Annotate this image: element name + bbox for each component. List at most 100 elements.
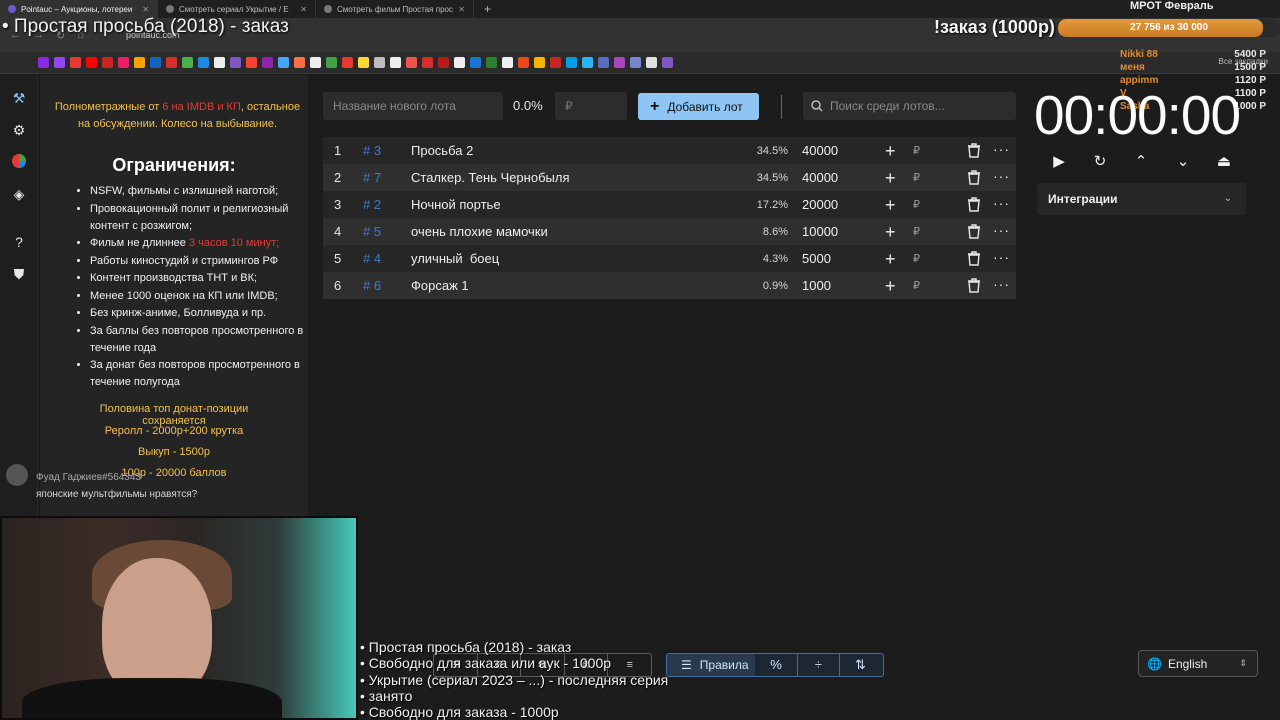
wheel-chart-icon[interactable] bbox=[10, 153, 28, 171]
trash-icon[interactable] bbox=[967, 251, 981, 266]
lot-row[interactable]: 5 # 4 уличный боец 4.3% 5000 + ₽ ··· bbox=[323, 245, 1016, 272]
bookmark-icon[interactable] bbox=[86, 57, 97, 68]
lot-search[interactable] bbox=[803, 92, 1016, 120]
bookmark-icon[interactable] bbox=[518, 57, 529, 68]
bookmark-icon[interactable] bbox=[662, 57, 673, 68]
more-options-icon[interactable]: ··· bbox=[993, 142, 1010, 156]
trash-icon[interactable] bbox=[967, 197, 981, 212]
bookmark-icon[interactable] bbox=[262, 57, 273, 68]
bookmark-icon[interactable] bbox=[102, 57, 113, 68]
bookmark-icon[interactable] bbox=[486, 57, 497, 68]
new-lot-amount-input[interactable] bbox=[555, 92, 627, 120]
play-icon[interactable]: ▶ bbox=[1047, 150, 1071, 174]
chevron-up-icon[interactable]: ⌃ bbox=[1129, 150, 1153, 174]
lot-name[interactable]: Ночной портье bbox=[411, 197, 501, 212]
percent-icon[interactable]: % bbox=[755, 654, 797, 676]
browser-tab-prostaya[interactable]: Смотреть фильм Простая прос ✕ bbox=[316, 0, 474, 18]
integrations-accordion[interactable]: Интеграции ⌄ bbox=[1037, 183, 1246, 215]
bookmark-icon[interactable] bbox=[166, 57, 177, 68]
more-options-icon[interactable]: ··· bbox=[993, 277, 1010, 291]
split-icon[interactable]: ÷ bbox=[797, 654, 839, 676]
bookmark-icon[interactable] bbox=[150, 57, 161, 68]
bookmark-icon[interactable] bbox=[54, 57, 65, 68]
add-amount-icon[interactable]: + bbox=[885, 223, 896, 241]
bookmark-icon[interactable] bbox=[342, 57, 353, 68]
settings-gear-icon[interactable]: ⚙ bbox=[10, 121, 28, 139]
rules-button[interactable]: ☰ Правила bbox=[667, 654, 755, 676]
close-tab-icon[interactable]: ✕ bbox=[142, 5, 149, 14]
bookmark-icon[interactable] bbox=[390, 57, 401, 68]
new-lot-name-input[interactable] bbox=[323, 92, 503, 120]
lot-row[interactable]: 6 # 6 Форсаж 1 0.9% 1000 + ₽ ··· bbox=[323, 272, 1016, 299]
lot-amount[interactable]: 1000 bbox=[802, 278, 831, 293]
bookmark-icon[interactable] bbox=[182, 57, 193, 68]
sort-icon[interactable]: ⇅ bbox=[839, 654, 881, 676]
bookmark-icon[interactable] bbox=[598, 57, 609, 68]
bookmark-icon[interactable] bbox=[454, 57, 465, 68]
bookmark-icon[interactable] bbox=[70, 57, 81, 68]
lot-row[interactable]: 1 # 3 Просьба 2 34.5% 40000 + ₽ ··· bbox=[323, 137, 1016, 164]
bookmark-icon[interactable] bbox=[630, 57, 641, 68]
bookmark-icon[interactable] bbox=[278, 57, 289, 68]
add-amount-icon[interactable]: + bbox=[885, 196, 896, 214]
bookmark-icon[interactable] bbox=[310, 57, 321, 68]
bookmark-icon[interactable] bbox=[326, 57, 337, 68]
add-amount-icon[interactable]: + bbox=[885, 250, 896, 268]
bookmark-icon[interactable] bbox=[118, 57, 129, 68]
lot-name[interactable]: Сталкер. Тень Чернобыля bbox=[411, 170, 569, 185]
bookmark-icon[interactable] bbox=[534, 57, 545, 68]
bookmark-icon[interactable] bbox=[614, 57, 625, 68]
reset-timer-icon[interactable]: ↻ bbox=[1088, 150, 1112, 174]
layers-icon[interactable]: ◈ bbox=[10, 185, 28, 203]
bookmark-icon[interactable] bbox=[38, 57, 49, 68]
bookmark-icon[interactable] bbox=[470, 57, 481, 68]
bookmark-icon[interactable] bbox=[294, 57, 305, 68]
bookmark-icon[interactable] bbox=[438, 57, 449, 68]
lot-search-input[interactable] bbox=[830, 92, 1010, 120]
lot-amount[interactable]: 40000 bbox=[802, 170, 838, 185]
trash-icon[interactable] bbox=[967, 278, 981, 293]
lot-amount[interactable]: 40000 bbox=[802, 143, 838, 158]
lot-amount[interactable]: 10000 bbox=[802, 224, 838, 239]
lot-row[interactable]: 2 # 7 Сталкер. Тень Чернобыля 34.5% 4000… bbox=[323, 164, 1016, 191]
trash-icon[interactable] bbox=[967, 170, 981, 185]
bookmark-icon[interactable] bbox=[246, 57, 257, 68]
bookmark-icon[interactable] bbox=[406, 57, 417, 68]
bookmark-icon[interactable] bbox=[582, 57, 593, 68]
lot-name[interactable]: Форсаж 1 bbox=[411, 278, 469, 293]
bookmark-icon[interactable] bbox=[422, 57, 433, 68]
bookmark-icon[interactable] bbox=[374, 57, 385, 68]
add-lot-button[interactable]: + Добавить лот bbox=[638, 93, 759, 120]
lot-name[interactable]: уличный боец bbox=[411, 251, 499, 266]
more-options-icon[interactable]: ··· bbox=[993, 169, 1010, 183]
lot-amount[interactable]: 5000 bbox=[802, 251, 831, 266]
chevron-down-icon[interactable]: ⌄ bbox=[1171, 150, 1195, 174]
bookmark-icon[interactable] bbox=[198, 57, 209, 68]
bookmark-icon[interactable] bbox=[550, 57, 561, 68]
bookmark-icon[interactable] bbox=[230, 57, 241, 68]
double-chevron-up-icon[interactable]: ⏏ bbox=[1212, 150, 1236, 174]
language-select[interactable]: 🌐 English ⇕ bbox=[1138, 650, 1258, 677]
bookmark-icon[interactable] bbox=[646, 57, 657, 68]
trash-icon[interactable] bbox=[967, 143, 981, 158]
more-options-icon[interactable]: ··· bbox=[993, 250, 1010, 264]
trash-icon[interactable] bbox=[967, 224, 981, 239]
lot-name[interactable]: Просьба 2 bbox=[411, 143, 473, 158]
bookmark-icon[interactable] bbox=[502, 57, 513, 68]
close-tab-icon[interactable]: ✕ bbox=[300, 5, 307, 14]
bookmark-icon[interactable] bbox=[358, 57, 369, 68]
close-tab-icon[interactable]: ✕ bbox=[458, 5, 465, 14]
lot-row[interactable]: 3 # 2 Ночной портье 17.2% 20000 + ₽ ··· bbox=[323, 191, 1016, 218]
lot-row[interactable]: 4 # 5 очень плохие мамочки 8.6% 10000 + … bbox=[323, 218, 1016, 245]
shield-check-icon[interactable]: ⛊ bbox=[10, 265, 28, 283]
lot-name[interactable]: очень плохие мамочки bbox=[411, 224, 548, 239]
more-options-icon[interactable]: ··· bbox=[993, 223, 1010, 237]
help-icon[interactable]: ? bbox=[10, 233, 28, 251]
more-options-icon[interactable]: ··· bbox=[993, 196, 1010, 210]
add-amount-icon[interactable]: + bbox=[885, 169, 896, 187]
bookmark-icon[interactable] bbox=[134, 57, 145, 68]
bookmark-icon[interactable] bbox=[214, 57, 225, 68]
auction-hammer-icon[interactable]: ⚒ bbox=[10, 89, 28, 107]
new-tab-icon[interactable]: + bbox=[474, 2, 501, 16]
add-amount-icon[interactable]: + bbox=[885, 142, 896, 160]
